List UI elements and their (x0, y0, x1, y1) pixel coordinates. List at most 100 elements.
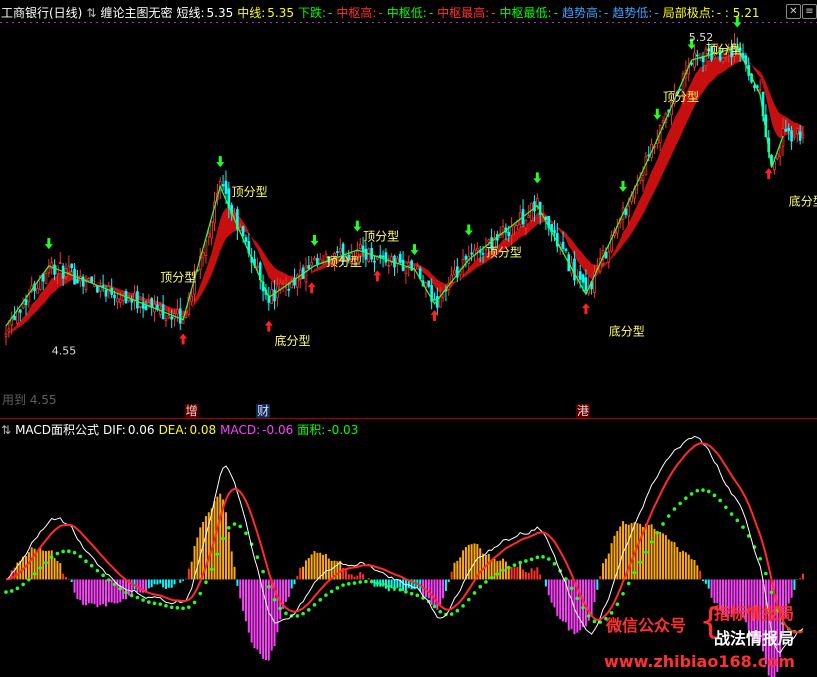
pattern-label: 顶分型 (663, 90, 699, 104)
candle-body (564, 248, 568, 251)
candle-body (433, 298, 436, 301)
area-dot (535, 555, 540, 560)
area-dot (769, 590, 774, 595)
candle (27, 288, 31, 309)
area-dot (238, 524, 243, 529)
candle-body (190, 295, 194, 302)
candle-body (136, 291, 139, 309)
area-dot (44, 560, 48, 565)
area-dot (72, 550, 77, 555)
area-dot (221, 536, 225, 541)
area-dot (267, 584, 271, 589)
candle-body (113, 295, 116, 299)
indicator-name[interactable]: 缠论主图无密 (100, 3, 172, 23)
candle-body (118, 298, 122, 304)
candle-body (573, 258, 576, 281)
area-dot (135, 595, 140, 600)
sell-arrow (353, 220, 362, 232)
candle-body (176, 309, 179, 315)
candle-body (367, 248, 371, 262)
candle (138, 306, 142, 314)
area-dot (764, 571, 768, 576)
candle-body (164, 318, 168, 321)
close-icon[interactable]: ✕ (786, 4, 801, 19)
candle-body (24, 299, 28, 306)
macd-header: ⇅ MACD面积公式 DIF: 0.06 DEA: 0.08 MACD: -0.06 面积:… (0, 420, 358, 440)
stock-title[interactable]: 工商银行(日线) (1, 3, 82, 23)
candle (744, 52, 748, 72)
event-marker: 港 (577, 404, 589, 418)
area-dot (329, 589, 334, 594)
macd-title[interactable]: MACD面积公式 (15, 420, 99, 440)
candle-body (370, 247, 373, 260)
area-dot (478, 584, 483, 589)
candle (133, 284, 136, 310)
area-dot (27, 577, 31, 582)
candle-body (607, 251, 611, 263)
candle (84, 274, 88, 294)
candle (338, 238, 342, 256)
candle-body (476, 247, 479, 251)
candle-body (76, 279, 79, 284)
candle (90, 276, 94, 283)
area-dot (124, 590, 128, 595)
candle-body (358, 243, 362, 250)
candle (658, 124, 662, 152)
candle (47, 259, 51, 278)
area-dot (655, 530, 660, 535)
area-dot (335, 586, 340, 590)
candle (464, 253, 468, 268)
candle-body (167, 315, 171, 319)
header-field-label: DEA: (158, 423, 188, 437)
area-dot (404, 590, 408, 594)
candle (33, 280, 36, 300)
swap-icon[interactable]: ⇅ (86, 3, 96, 23)
area-dot (666, 514, 671, 518)
area-dot (678, 501, 682, 506)
candle-body (93, 284, 96, 287)
price-chart[interactable]: 顶分型顶分型顶分型顶分型顶分型顶分型顶分型底分型底分型底分型5.524.55增财… (0, 0, 817, 420)
area-dot (55, 551, 60, 556)
header-field-label: DIF: (103, 423, 126, 437)
area-dot (684, 496, 688, 500)
candle-body (53, 264, 56, 275)
candle-body (553, 230, 556, 234)
candle-body (778, 147, 782, 157)
zigzag-line (5, 46, 784, 327)
candle-body (304, 265, 308, 283)
header-field: 中枢高: - (336, 3, 382, 23)
header-field-label: MACD: (220, 423, 261, 437)
candle-body (584, 277, 588, 292)
swap-icon[interactable]: ⇅ (1, 420, 11, 440)
candle-body (373, 260, 376, 263)
candle-body (36, 288, 39, 294)
buy-arrow (581, 303, 590, 315)
candle (370, 242, 373, 263)
chart-stage: 顶分型顶分型顶分型顶分型顶分型顶分型顶分型底分型底分型底分型5.524.55增财… (0, 0, 817, 677)
area-dot (506, 565, 511, 570)
candle-body (96, 285, 99, 293)
sell-arrow (44, 238, 53, 250)
area-dot (67, 549, 71, 553)
area-dot (472, 591, 477, 595)
event-marker: 增 (186, 404, 198, 418)
menu-icon[interactable]: ≡ (802, 4, 817, 19)
pattern-label: 顶分型 (363, 230, 399, 244)
candle (795, 127, 799, 143)
candle-body (144, 305, 148, 311)
area-dot (529, 557, 534, 562)
area-dot (546, 557, 551, 561)
price-label: 5.52 (689, 31, 714, 44)
candle-body (87, 278, 91, 282)
area-dot (615, 602, 620, 606)
candle-body (507, 231, 511, 237)
candle-body (581, 274, 585, 283)
candle-body (641, 175, 645, 182)
candle (504, 223, 508, 241)
macd-chart[interactable] (0, 420, 817, 677)
area-dot (15, 586, 20, 591)
buy-arrow (307, 282, 316, 294)
area-dot (192, 600, 197, 605)
area-dot (415, 593, 420, 598)
area-dot (706, 489, 711, 494)
